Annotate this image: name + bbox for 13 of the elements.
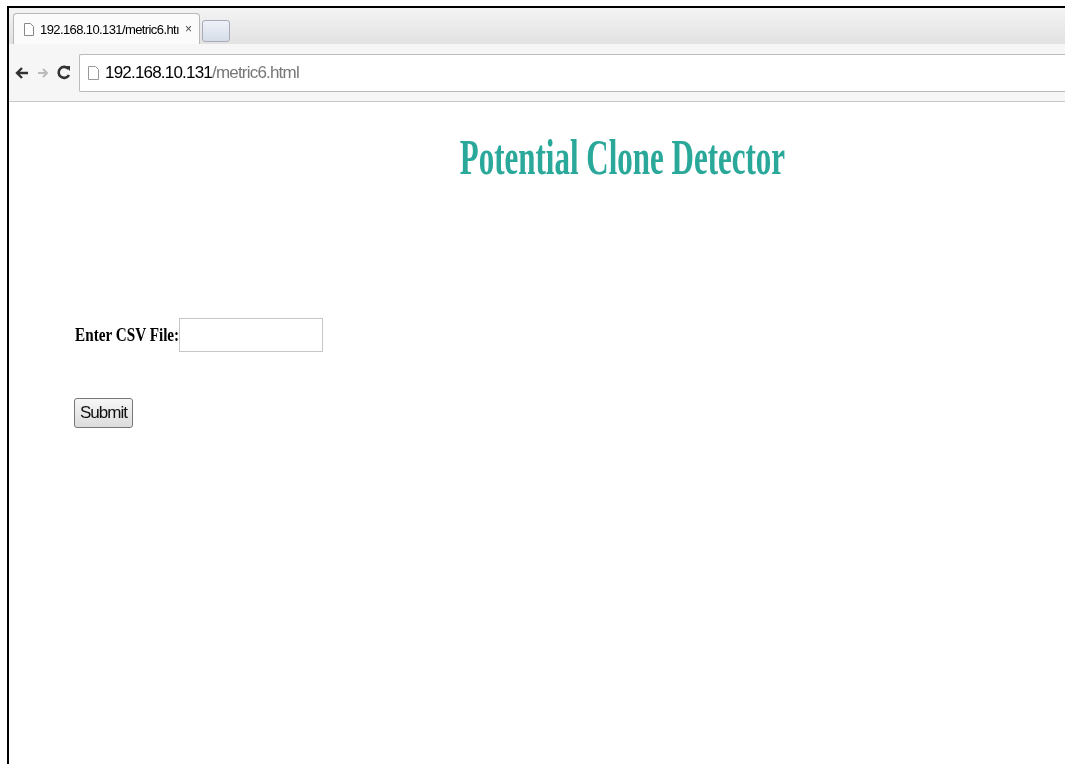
field-label: Enter CSV File: [75, 324, 180, 346]
reload-icon[interactable] [57, 65, 71, 80]
address-bar[interactable]: 192.168.10.131/metric6.html [79, 53, 1065, 92]
forward-arrow-icon[interactable] [37, 66, 49, 79]
new-tab-button[interactable] [202, 20, 231, 42]
submit-button[interactable]: Submit [74, 398, 133, 428]
browser-tab[interactable]: 192.168.10.131/metric6.htı × [13, 13, 201, 44]
close-icon[interactable]: × [185, 22, 192, 36]
csv-file-field[interactable] [179, 318, 324, 352]
back-arrow-icon[interactable] [15, 65, 29, 80]
page-icon [24, 22, 34, 36]
page-icon [88, 65, 99, 80]
page-heading: Potential Clone Detector [459, 128, 785, 186]
